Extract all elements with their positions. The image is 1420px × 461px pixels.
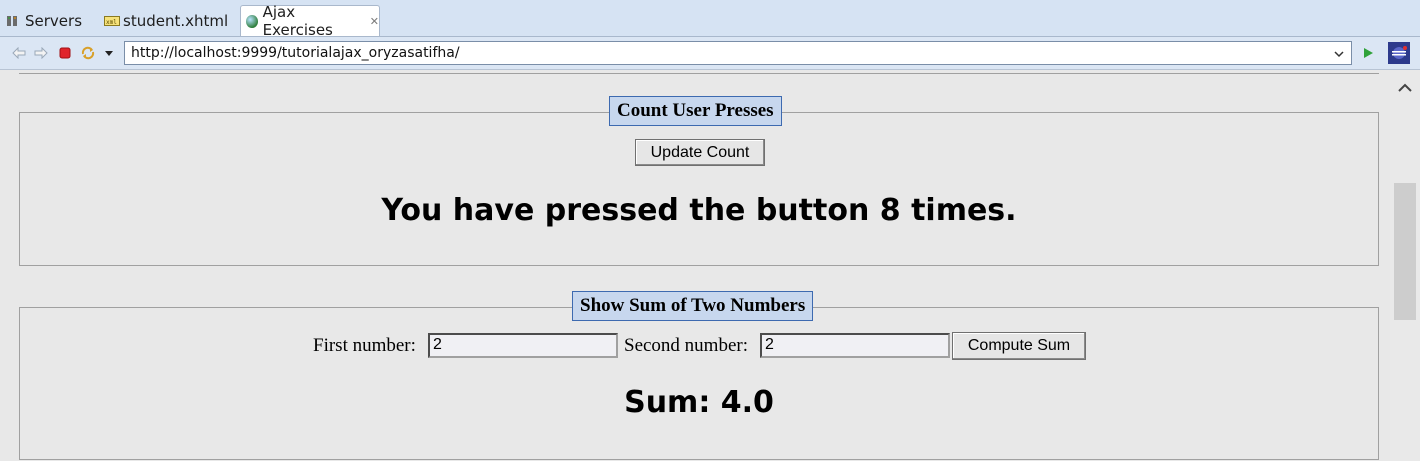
forward-icon[interactable] [33,45,49,61]
refresh-icon[interactable] [80,45,96,61]
editor-tab-bar: Servers xml student.xhtml Ajax Exercises… [0,0,1420,39]
browser-toolbar [0,37,1420,70]
close-icon[interactable]: ✕ [370,15,379,28]
go-icon[interactable] [1360,45,1376,61]
section-legend: Show Sum of Two Numbers [572,291,814,321]
count-user-presses-section: Count User Presses Update Count You have… [19,96,1379,266]
tab-student-xhtml[interactable]: xml student.xhtml [104,6,228,36]
compute-sum-button[interactable]: Compute Sum [952,332,1086,360]
tab-servers[interactable]: Servers [6,6,82,36]
second-number-field[interactable]: 2 [760,333,950,358]
stop-icon[interactable] [57,45,73,61]
page-content: Count User Presses Update Count You have… [0,70,1390,461]
show-sum-section: Show Sum of Two Numbers First number: 2 … [19,291,1379,460]
vertical-scrollbar[interactable] [1390,70,1420,461]
first-number-label: First number: [313,335,416,356]
sum-input-row: First number: 2 Second number: 2 Compute… [20,332,1378,362]
back-icon[interactable] [11,45,27,61]
url-bar[interactable] [124,41,1352,65]
servers-icon [6,14,20,28]
eclipse-icon[interactable] [1388,42,1410,64]
tab-label: Ajax Exercises [262,3,333,39]
tab-label: student.xhtml [123,12,229,30]
scroll-up-icon[interactable] [1397,80,1413,96]
tab-ajax-exercises[interactable]: Ajax Exercises ✕ [240,3,380,39]
url-input[interactable] [125,42,1321,64]
section-legend: Count User Presses [609,96,782,126]
svg-text:xml: xml [106,19,117,26]
menu-dropdown-icon[interactable] [101,45,117,61]
scrollbar-thumb[interactable] [1394,183,1416,320]
globe-icon [246,14,258,28]
chevron-down-icon[interactable] [1333,44,1345,63]
first-number-field[interactable]: 2 [428,333,618,358]
tab-label: Servers [25,12,83,30]
xhtml-file-icon: xml [104,14,120,28]
second-number-label: Second number: [624,335,749,356]
press-count-message: You have pressed the button 8 times. [381,193,1017,228]
divider [19,73,1379,74]
update-count-button[interactable]: Update Count [635,139,765,166]
sum-result: Sum: 4.0 [624,385,774,420]
